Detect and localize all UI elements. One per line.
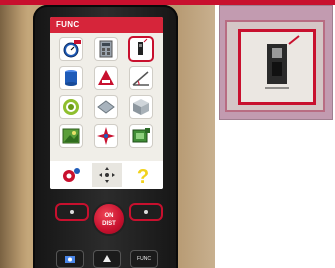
help-label: ?	[137, 166, 149, 187]
plane-diamond-icon[interactable]	[95, 96, 117, 118]
angle-slope-icon[interactable]	[130, 67, 152, 89]
target-circle-icon[interactable]	[60, 96, 82, 118]
func-key[interactable]: FUNC	[131, 251, 157, 267]
help-icon[interactable]: ?	[128, 163, 158, 188]
settings-gear-icon[interactable]	[56, 163, 86, 187]
up-arrow-key[interactable]	[94, 251, 120, 267]
device-screen: FUNC ?	[50, 17, 163, 189]
function-grid	[50, 33, 163, 161]
left-soft-key[interactable]	[57, 205, 87, 219]
stopwatch-icon[interactable]	[60, 38, 82, 60]
picture-icon[interactable]	[60, 125, 82, 147]
cylinder-icon[interactable]	[60, 67, 82, 89]
on-dist-button[interactable]: ON DIST	[94, 204, 124, 234]
triangle-area-icon[interactable]	[95, 67, 117, 89]
laser-meter-icon[interactable]	[130, 38, 152, 60]
on-label: ON	[104, 213, 114, 219]
zoom-inset	[219, 5, 333, 120]
picture-add-icon[interactable]	[130, 125, 152, 147]
right-soft-key[interactable]	[131, 205, 161, 219]
zoom-inset-screen	[227, 22, 323, 110]
device-keypad: ON DIST FUNC	[37, 193, 177, 268]
grid-calc-icon[interactable]	[95, 38, 117, 60]
camera-key[interactable]	[57, 251, 83, 267]
device-photo: FUNC ? ON DIST FUNC	[0, 5, 215, 268]
laser-meter-zoom-icon	[241, 32, 313, 102]
nav-pad-icon[interactable]	[92, 163, 122, 187]
screen-bottom-bar: ?	[50, 161, 163, 189]
cube-volume-icon[interactable]	[130, 96, 152, 118]
screen-title: FUNC	[50, 17, 163, 33]
dist-label: DIST	[102, 221, 116, 227]
crosshair-star-icon[interactable]	[95, 125, 117, 147]
photo-glare	[175, 5, 215, 268]
